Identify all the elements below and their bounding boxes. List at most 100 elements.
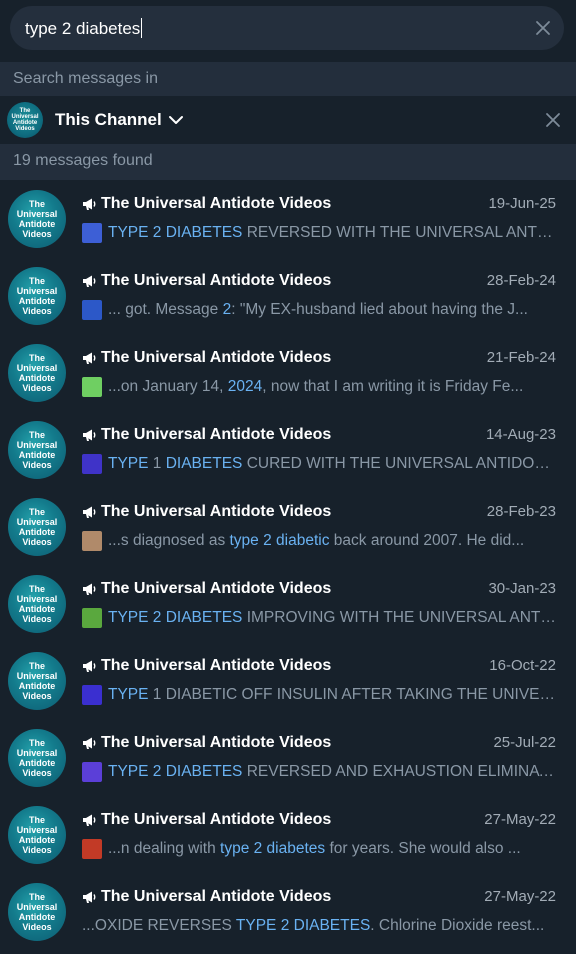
- result-snippet: ...on January 14, 2024, now that I am wr…: [108, 378, 523, 396]
- search-result-item[interactable]: The Universal Antidote Videos The Universal …: [0, 719, 576, 796]
- channel-avatar: The Universal Antidote Videos: [7, 102, 43, 138]
- search-bar: type 2 diabetes: [0, 0, 576, 62]
- snippet-highlight: TYPE 2 DIABETES: [235, 916, 371, 934]
- close-icon[interactable]: [544, 111, 562, 129]
- result-channel-name: The Universal Antidote Videos: [101, 733, 332, 751]
- result-date: 27-May-22: [484, 811, 556, 828]
- snippet-highlight: DIABETES: [165, 454, 243, 472]
- snippet-highlight: TYPE: [108, 685, 149, 703]
- snippet-text: , now that I am writing it is Friday Fe.…: [262, 377, 524, 395]
- media-thumbnail: [82, 530, 102, 551]
- megaphone-icon: [82, 428, 97, 442]
- snippet-highlight: TYPE 2 DIABETES: [108, 762, 243, 780]
- megaphone-icon: [82, 274, 97, 288]
- search-scope-label: Search messages in: [0, 62, 576, 96]
- snippet-text: . Chlorine Dioxide reest...: [370, 916, 545, 934]
- result-channel-name: The Universal Antidote Videos: [101, 810, 332, 828]
- megaphone-icon: [82, 351, 97, 365]
- search-result-item[interactable]: The Universal Antidote Videos The Universal …: [0, 257, 576, 334]
- search-result-item[interactable]: The Universal Antidote Videos The Universal …: [0, 334, 576, 411]
- search-result-item[interactable]: The Universal Antidote Videos The Universal …: [0, 642, 576, 719]
- snippet-highlight: 2: [222, 300, 232, 318]
- media-thumbnail: [82, 376, 102, 397]
- snippet-highlight: TYPE 2 DIABETES: [108, 608, 243, 626]
- result-date: 28-Feb-24: [486, 272, 556, 289]
- result-date: 30-Jan-23: [488, 580, 556, 597]
- result-date: 27-May-22: [484, 888, 556, 905]
- snippet-text: IMPROVING WITH THE UNIVERSAL ANTI...: [242, 608, 556, 626]
- result-snippet: ... got. Message 2: "My EX-husband lied …: [108, 301, 528, 319]
- snippet-highlight: TYPE 2 DIABETES: [108, 223, 243, 241]
- channel-avatar: The Universal Antidote Videos: [8, 574, 66, 633]
- result-channel-name: The Universal Antidote Videos: [101, 887, 332, 905]
- channel-avatar: The Universal Antidote Videos: [8, 189, 66, 248]
- megaphone-icon: [82, 505, 97, 519]
- snippet-highlight: 2024: [227, 377, 263, 395]
- channel-avatar: The Universal Antidote Videos: [8, 497, 66, 556]
- search-result-item[interactable]: The Universal Antidote Videos The Universal …: [0, 180, 576, 257]
- result-body: The Universal Antidote Videos 28-Feb-23..…: [82, 500, 556, 554]
- megaphone-icon: [82, 582, 97, 596]
- media-thumbnail: [82, 607, 102, 628]
- result-body: The Universal Antidote Videos 27-May-22..…: [82, 808, 556, 862]
- snippet-text: CURED WITH THE UNIVERSAL ANTIDOTE...: [242, 454, 556, 472]
- result-body: The Universal Antidote Videos 30-Jan-23 TY…: [82, 577, 556, 631]
- snippet-text: ...s diagnosed as: [108, 531, 230, 549]
- megaphone-icon: [82, 890, 97, 904]
- media-thumbnail: [82, 453, 102, 474]
- result-channel-name: The Universal Antidote Videos: [101, 348, 332, 366]
- channel-avatar: The Universal Antidote Videos: [8, 882, 66, 941]
- channel-scope-dropdown[interactable]: This Channel: [55, 110, 184, 130]
- channel-avatar: The Universal Antidote Videos: [8, 651, 66, 710]
- result-body: The Universal Antidote Videos 16-Oct-22 TY…: [82, 654, 556, 708]
- snippet-highlight: type 2 diabetic: [229, 531, 330, 549]
- result-channel-name: The Universal Antidote Videos: [101, 656, 332, 674]
- results-count: 19 messages found: [0, 144, 576, 180]
- media-thumbnail: [82, 761, 102, 782]
- close-icon[interactable]: [534, 19, 552, 37]
- result-snippet: ...n dealing with type 2 diabetes for ye…: [108, 840, 521, 858]
- snippet-text: REVERSED AND EXHAUSTION ELIMINATE...: [242, 762, 556, 780]
- search-result-item[interactable]: The Universal Antidote Videos The Universal …: [0, 796, 576, 873]
- result-snippet: TYPE 2 DIABETES IMPROVING WITH THE UNIVE…: [108, 609, 556, 627]
- result-date: 16-Oct-22: [489, 657, 556, 674]
- snippet-text: for years. She would also ...: [325, 839, 521, 857]
- result-channel-name: The Universal Antidote Videos: [101, 579, 332, 597]
- result-snippet: ...s diagnosed as type 2 diabetic back a…: [108, 532, 524, 550]
- search-query: type 2 diabetes: [25, 18, 141, 38]
- result-body: The Universal Antidote Videos 21-Feb-24..…: [82, 346, 556, 400]
- result-body: The Universal Antidote Videos 14-Aug-23 TY…: [82, 423, 556, 477]
- snippet-text: ... got. Message: [108, 300, 223, 318]
- result-snippet: TYPE 2 DIABETES REVERSED AND EXHAUSTION …: [108, 763, 556, 781]
- search-result-item[interactable]: The Universal Antidote Videos The Universal …: [0, 873, 576, 950]
- snippet-text: 1: [148, 454, 166, 472]
- result-date: 25-Jul-22: [493, 734, 556, 751]
- search-result-item[interactable]: The Universal Antidote Videos The Universal …: [0, 488, 576, 565]
- result-snippet: TYPE 1 DIABETIC OFF INSULIN AFTER TAKING…: [108, 686, 556, 704]
- results-list: The Universal Antidote Videos The Universal …: [0, 180, 576, 950]
- snippet-highlight: type 2 diabetes: [220, 839, 326, 857]
- channel-avatar: The Universal Antidote Videos: [8, 420, 66, 479]
- snippet-text: ...on January 14,: [108, 377, 228, 395]
- search-result-item[interactable]: The Universal Antidote Videos The Universal …: [0, 411, 576, 488]
- result-snippet: TYPE 1 DIABETES CURED WITH THE UNIVERSAL…: [108, 455, 556, 473]
- result-body: The Universal Antidote Videos 25-Jul-22 TY…: [82, 731, 556, 785]
- channel-scope-label: This Channel: [55, 110, 162, 129]
- channel-avatar: The Universal Antidote Videos: [8, 728, 66, 787]
- megaphone-icon: [82, 813, 97, 827]
- result-channel-name: The Universal Antidote Videos: [101, 425, 332, 443]
- media-thumbnail: [82, 684, 102, 705]
- search-result-item[interactable]: The Universal Antidote Videos The Universal …: [0, 565, 576, 642]
- snippet-text: : "My EX-husband lied about having the J…: [231, 300, 528, 318]
- media-thumbnail: [82, 299, 102, 320]
- result-body: The Universal Antidote Videos 28-Feb-24..…: [82, 269, 556, 323]
- result-body: The Universal Antidote Videos 27-May-22..…: [82, 885, 556, 939]
- snippet-text: 1 DIABETIC OFF INSULIN AFTER TAKING THE …: [148, 685, 556, 703]
- snippet-text: back around 2007. He did...: [329, 531, 525, 549]
- snippet-text: REVERSED WITH THE UNIVERSAL ANTID...: [242, 223, 556, 241]
- result-date: 19-Jun-25: [488, 195, 556, 212]
- snippet-highlight: TYPE: [108, 454, 149, 472]
- search-input[interactable]: type 2 diabetes: [10, 6, 564, 50]
- snippet-text: ...n dealing with: [108, 839, 221, 857]
- result-channel-name: The Universal Antidote Videos: [101, 271, 332, 289]
